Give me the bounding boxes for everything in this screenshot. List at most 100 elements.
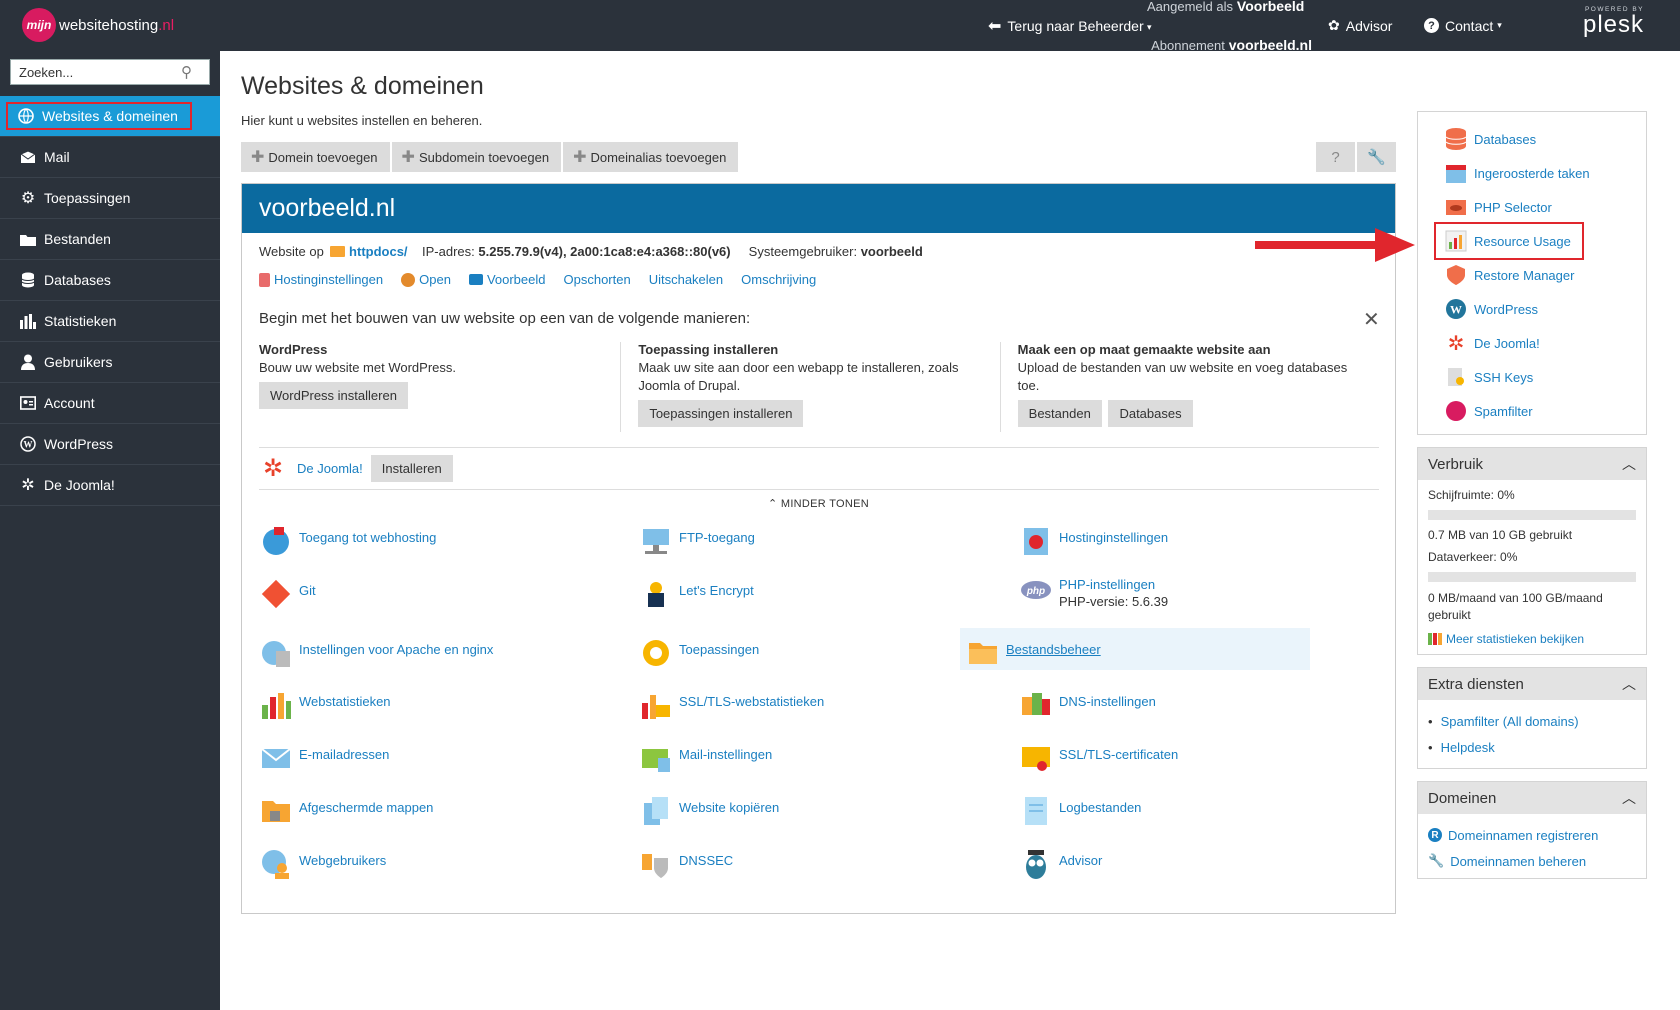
manage-domains-link[interactable]: 🔧 Domeinnamen beheren	[1428, 848, 1636, 874]
extra-services-header[interactable]: Extra diensten ︿	[1418, 668, 1646, 700]
scheduled-tasks-link[interactable]: Ingeroosterde taken	[1444, 156, 1646, 190]
tool-protected-folders[interactable]: Afgeschermde mappen	[259, 794, 433, 828]
settings-button[interactable]: 🔧	[1357, 142, 1396, 172]
suspend-link[interactable]: Opschorten	[564, 272, 631, 287]
tool-web-statistics[interactable]: Webstatistieken	[259, 688, 391, 722]
tool-ssl-certificates[interactable]: SSL/TLS-certificaten	[1019, 741, 1178, 775]
show-less-toggle[interactable]: ⌃ MINDER TONEN	[242, 497, 1395, 510]
top-bar: mijn websitehosting.nl ⬅ Terug naar Behe…	[0, 0, 1680, 53]
hosting-settings-link[interactable]: Hostinginstellingen	[259, 272, 383, 287]
helpdesk-link[interactable]: Helpdesk	[1428, 734, 1636, 760]
sidebar-item-label: Mail	[44, 149, 70, 165]
more-statistics-link[interactable]: Meer statistieken bekijken	[1428, 632, 1636, 646]
description-link[interactable]: Omschrijving	[741, 272, 816, 287]
tool-git[interactable]: Git	[259, 577, 316, 611]
logo-text: websitehosting.nl	[59, 16, 175, 34]
arrow-left-icon: ⬅	[988, 17, 1002, 35]
toolbar: ✚ Domein toevoegen ✚ Subdomein toevoegen ✚…	[241, 142, 739, 172]
search-input[interactable]	[11, 60, 181, 84]
joomla-link[interactable]: ✲ De Joomla!	[1444, 326, 1646, 360]
sidebar-item-wordpress[interactable]: W WordPress	[0, 424, 220, 465]
joomla-install-button[interactable]: Installeren	[370, 455, 453, 482]
tool-hosting-settings[interactable]: Hostinginstellingen	[1019, 524, 1168, 558]
joomla-link[interactable]: De Joomla!	[297, 461, 363, 476]
sidebar-item-databases[interactable]: Databases	[0, 260, 220, 301]
add-subdomain-button[interactable]: ✚ Subdomein toevoegen	[391, 142, 562, 172]
databases-button[interactable]: Databases	[1108, 400, 1193, 427]
usage-header[interactable]: Verbruik ︿	[1418, 448, 1646, 480]
preview-link[interactable]: Voorbeeld	[468, 272, 546, 287]
user-name[interactable]: Voorbeeld	[1237, 0, 1304, 14]
wrench-icon: 🔧	[1367, 149, 1386, 166]
spamfilter-link[interactable]: Spamfilter	[1444, 394, 1646, 428]
close-icon[interactable]: ✕	[1363, 307, 1380, 332]
log-icon	[1019, 794, 1053, 828]
help-button[interactable]: ?	[1316, 142, 1355, 172]
tool-web-users[interactable]: Webgebruikers	[259, 847, 386, 881]
sidebar-item-applications[interactable]: ⚙ Toepassingen	[0, 178, 220, 219]
tool-dns-settings[interactable]: DNS-instellingen	[1019, 688, 1156, 722]
tool-copy-website[interactable]: Website kopiëren	[639, 794, 779, 828]
sidebar-item-users[interactable]: Gebruikers	[0, 342, 220, 383]
sidebar-item-websites-domains[interactable]: Websites & domeinen	[0, 96, 220, 137]
chevron-up-icon: ︿	[1622, 676, 1636, 692]
sidebar-item-joomla[interactable]: ✲ De Joomla!	[0, 465, 220, 506]
domain-card: voorbeeld.nl Website op httpdocs/ IP-adr…	[241, 183, 1396, 914]
disable-link[interactable]: Uitschakelen	[649, 272, 723, 287]
resource-usage-icon	[1444, 229, 1468, 253]
tool-php-settings[interactable]: php PHP-instellingen PHP-versie: 5.6.39	[1019, 577, 1168, 611]
ip-address: 5.255.79.9(v4), 2a00:1ca8:e4:a368::80(v6…	[478, 244, 731, 259]
sidebar-nav: Websites & domeinen Mail ⚙ Toepassingen …	[0, 96, 220, 506]
folder-icon	[20, 231, 36, 247]
domains-header[interactable]: Domeinen ︿	[1418, 782, 1646, 814]
mail-settings-icon	[639, 741, 673, 775]
restore-manager-link[interactable]: Restore Manager	[1444, 258, 1646, 292]
tool-lets-encrypt[interactable]: Let's Encrypt	[639, 577, 754, 611]
plesk-logo: POWERED BY plesk	[1582, 6, 1644, 38]
tools-icon	[259, 272, 270, 287]
contact-menu[interactable]: ? Contact ▾	[1424, 0, 1502, 51]
tool-applications[interactable]: Toepassingen	[639, 636, 759, 670]
tool-email-addresses[interactable]: E-mailadressen	[259, 741, 389, 775]
install-wordpress-button[interactable]: WordPress installeren	[259, 382, 408, 409]
install-apps-button[interactable]: Toepassingen installeren	[638, 400, 804, 427]
tool-apache-nginx[interactable]: Instellingen voor Apache en nginx	[259, 636, 493, 670]
sidebar-item-account[interactable]: Account	[0, 383, 220, 424]
docroot-link[interactable]: httpdocs/	[349, 244, 408, 259]
search-icon[interactable]: ⚲	[181, 63, 192, 81]
sidebar-item-mail[interactable]: Mail	[0, 137, 220, 178]
sidebar-item-files[interactable]: Bestanden	[0, 219, 220, 260]
brand-logo[interactable]: mijn websitehosting.nl	[22, 8, 174, 42]
php-selector-link[interactable]: PHP Selector	[1444, 190, 1646, 224]
sidebar-item-statistics[interactable]: Statistieken	[0, 301, 220, 342]
add-domain-alias-button[interactable]: ✚ Domeinalias toevoegen	[563, 142, 739, 172]
ssh-keys-link[interactable]: SSH Keys	[1444, 360, 1646, 394]
open-link[interactable]: Open	[401, 272, 451, 287]
tool-ssl-web-statistics[interactable]: SSL/TLS-webstatistieken	[639, 688, 824, 722]
register-domains-link[interactable]: R Domeinnamen registreren	[1428, 822, 1636, 848]
add-domain-button[interactable]: ✚ Domein toevoegen	[241, 142, 390, 172]
tool-file-manager[interactable]: Bestandsbeheer	[960, 628, 1310, 670]
svg-text:W: W	[1450, 303, 1462, 317]
subscription-name[interactable]: voorbeeld.nl	[1229, 37, 1312, 53]
databases-link[interactable]: Databases	[1444, 122, 1646, 156]
wordpress-link[interactable]: W WordPress	[1444, 292, 1646, 326]
tool-log-files[interactable]: Logbestanden	[1019, 794, 1141, 828]
account-info[interactable]: Aangemeld als Voorbeeld ▾ Abonnement voo…	[1147, 0, 1312, 53]
tool-webhosting-access[interactable]: Toegang tot webhosting	[259, 524, 436, 558]
domain-name[interactable]: voorbeeld.nl	[259, 194, 395, 223]
files-button[interactable]: Bestanden	[1017, 400, 1102, 427]
traffic-text: 0 MB/maand van 100 GB/maand gebruikt	[1428, 591, 1603, 622]
tool-ftp-access[interactable]: FTP-toegang	[639, 524, 755, 558]
dns-icon	[1019, 688, 1053, 722]
tool-mail-settings[interactable]: Mail-instellingen	[639, 741, 772, 775]
sidebar: ⚲ Websites & domeinen Mail ⚙ Toepassinge…	[0, 51, 220, 1010]
tool-advisor[interactable]: Advisor	[1019, 847, 1102, 881]
php-version: PHP-versie: 5.6.39	[1059, 594, 1169, 609]
advisor-link[interactable]: ✿ Advisor	[1328, 0, 1392, 51]
tool-dnssec[interactable]: DNSSEC	[639, 847, 733, 881]
php-icon: php	[1019, 577, 1053, 611]
resource-usage-link[interactable]: Resource Usage	[1434, 222, 1584, 260]
spamfilter-all-domains-link[interactable]: Spamfilter (All domains)	[1428, 708, 1636, 734]
back-to-admin-link[interactable]: ⬅ Terug naar Beheerder	[988, 0, 1144, 51]
